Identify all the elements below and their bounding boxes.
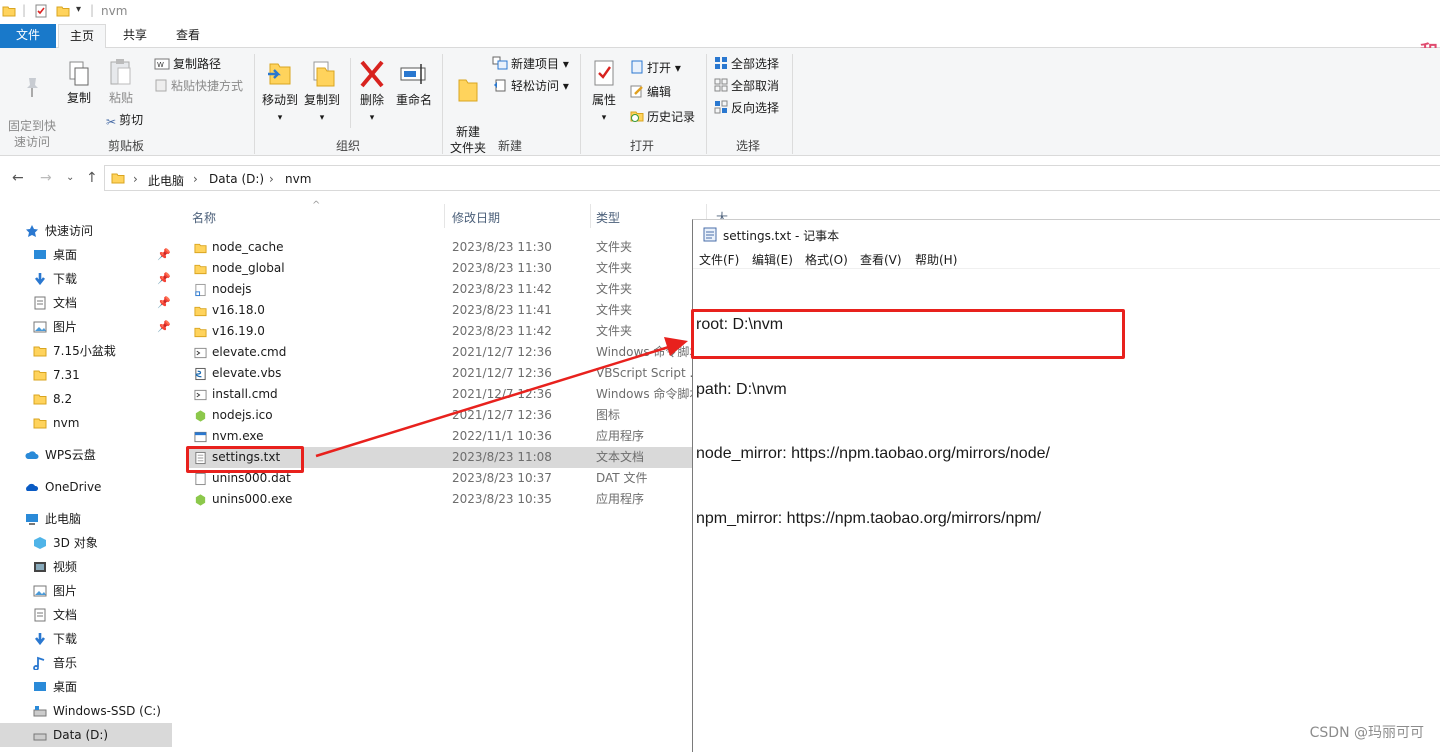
annotation-arrow [315,337,688,458]
watermark: CSDN @玛丽可可 [1309,725,1424,741]
